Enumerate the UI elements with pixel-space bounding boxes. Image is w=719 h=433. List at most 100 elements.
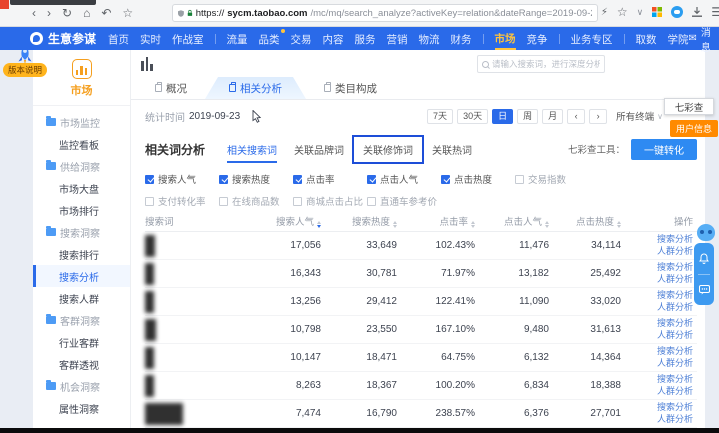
stat-date-value[interactable]: 2019-09-23 <box>189 111 240 122</box>
assistant-icon[interactable] <box>671 6 683 18</box>
action-link[interactable]: 搜索分析 <box>621 346 693 358</box>
nav-item[interactable]: 服务 <box>355 29 376 49</box>
nav-item[interactable]: 品类 <box>259 29 280 49</box>
metric-checkbox[interactable]: 交易指数 <box>515 172 589 186</box>
action-link[interactable]: 搜索分析 <box>621 318 693 330</box>
home-icon[interactable]: ⌂ <box>83 6 90 21</box>
history-icon[interactable]: ↶ <box>101 6 111 21</box>
nav-item[interactable]: 市场 <box>495 28 516 50</box>
range-button[interactable]: › <box>589 109 607 124</box>
star-icon[interactable]: ☆ <box>617 5 628 19</box>
sidebar-item[interactable]: 市场排行 <box>33 199 130 221</box>
nav-item[interactable]: 取数 <box>636 29 657 49</box>
range-button[interactable]: 周 <box>517 109 538 124</box>
chat-icon[interactable] <box>699 285 710 295</box>
metric-checkbox[interactable]: 点击率 <box>293 172 367 186</box>
action-link[interactable]: 搜索分析 <box>621 234 693 246</box>
user-info-tag[interactable]: 用户信息 <box>670 120 718 137</box>
version-notes-tag[interactable]: 版本说明 <box>3 63 47 77</box>
action-link[interactable]: 人群分析 <box>621 274 693 286</box>
search-input[interactable] <box>492 59 600 69</box>
flash-icon[interactable]: ⚡ <box>601 7 608 18</box>
qicai-overlay-button[interactable]: 七彩查 <box>664 98 714 115</box>
metric-checkbox[interactable]: 支付转化率 <box>145 194 219 208</box>
sidebar-item[interactable]: 客群洞察 <box>33 309 130 331</box>
action-link[interactable]: 人群分析 <box>621 246 693 258</box>
table-column-header[interactable]: 搜索热度 <box>321 214 397 228</box>
nav-item[interactable]: 物流 <box>419 29 440 49</box>
metric-checkbox[interactable]: 搜索人气 <box>145 172 219 186</box>
sidebar-item[interactable]: 机会洞察 <box>33 375 130 397</box>
metric-checkbox[interactable]: 搜索热度 <box>219 172 293 186</box>
browser-tab[interactable] <box>10 0 96 5</box>
sidebar-item[interactable]: 搜索分析 <box>33 265 130 287</box>
range-button[interactable]: ‹ <box>567 109 585 124</box>
action-link[interactable]: 搜索分析 <box>621 374 693 386</box>
page-tab[interactable]: 类目构成 <box>310 77 391 99</box>
table-column-header[interactable]: 搜索人气 <box>237 214 321 228</box>
range-button[interactable]: 日 <box>492 109 513 124</box>
messages-button[interactable]: ✉ 消息 <box>689 24 719 54</box>
range-button[interactable]: 月 <box>542 109 563 124</box>
section-tab[interactable]: 关联修饰词 <box>352 135 424 164</box>
url-bar[interactable]: https://sycm.taobao.com/mc/mq/search_ana… <box>172 4 598 22</box>
metric-checkbox[interactable]: 点击热度 <box>441 172 515 186</box>
nav-item[interactable]: 内容 <box>323 29 344 49</box>
forward-icon[interactable]: › <box>47 6 51 21</box>
action-link[interactable]: 搜索分析 <box>621 402 693 414</box>
sidebar-item[interactable]: 搜索洞察 <box>33 221 130 243</box>
back-icon[interactable]: ‹ <box>32 6 36 21</box>
sidebar-item[interactable]: 属性洞察 <box>33 397 130 419</box>
sidebar-item[interactable]: 搜索人群 <box>33 287 130 309</box>
action-link[interactable]: 人群分析 <box>621 386 693 398</box>
sidebar-item[interactable]: 行业客群 <box>33 331 130 353</box>
action-link[interactable]: 人群分析 <box>621 330 693 342</box>
metric-checkbox[interactable]: 商城点击占比 <box>293 194 367 208</box>
section-tab[interactable]: 关联热词 <box>432 136 472 163</box>
menu-icon[interactable]: ☰ <box>711 5 719 19</box>
search-box[interactable] <box>477 55 605 73</box>
action-link[interactable]: 搜索分析 <box>621 290 693 302</box>
nav-item[interactable]: 实时 <box>140 29 161 49</box>
table-column-header[interactable]: 点击热度 <box>549 214 621 228</box>
chevron-down-icon[interactable]: ∨ <box>637 7 644 18</box>
download-icon[interactable] <box>692 7 702 18</box>
table-column-header[interactable]: 点击人气 <box>475 214 549 228</box>
nav-item[interactable]: 竞争 <box>527 29 548 49</box>
section-tab[interactable]: 关联品牌词 <box>294 136 344 163</box>
sidebar-item[interactable]: 市场监控 <box>33 111 130 133</box>
section-tab[interactable]: 相关搜索词 <box>227 136 277 163</box>
nav-item[interactable]: 学院 <box>668 29 689 49</box>
table-column-header[interactable]: 点击率 <box>397 214 475 228</box>
range-button[interactable]: 7天 <box>427 109 453 124</box>
sidebar-item[interactable]: 搜索排行 <box>33 243 130 265</box>
metric-checkbox[interactable]: 点击人气 <box>367 172 441 186</box>
metric-checkbox[interactable]: 在线商品数 <box>219 194 293 208</box>
nav-item[interactable]: 首页 <box>108 29 129 49</box>
apps-grid-icon[interactable] <box>652 7 662 17</box>
action-link[interactable]: 人群分析 <box>621 358 693 370</box>
brand[interactable]: 生意参谋 <box>30 30 96 47</box>
metric-checkbox[interactable]: 直通车参考价 <box>367 194 441 208</box>
sidebar-item[interactable]: 客群透视 <box>33 353 130 375</box>
nav-item[interactable]: 营销 <box>387 29 408 49</box>
nav-item[interactable]: 交易 <box>291 29 312 49</box>
sidebar-item[interactable]: 供给洞察 <box>33 155 130 177</box>
action-link[interactable]: 搜索分析 <box>621 262 693 274</box>
range-button[interactable]: 30天 <box>457 109 488 124</box>
convert-button[interactable]: 一键转化 <box>631 139 697 160</box>
nav-item[interactable]: 财务 <box>451 29 472 49</box>
sidebar-item[interactable]: 市场大盘 <box>33 177 130 199</box>
bookmark-icon[interactable]: ☆ <box>122 6 133 21</box>
page-tab[interactable]: 相关分析 <box>205 77 306 99</box>
bell-icon[interactable] <box>699 253 709 264</box>
page-tab[interactable]: 概况 <box>141 77 201 99</box>
nav-item[interactable]: 业务专区 <box>571 29 613 49</box>
terminal-dropdown[interactable]: 所有终端 ∨ <box>616 109 663 123</box>
mascot-icon[interactable] <box>697 224 715 241</box>
nav-item[interactable]: 作战室 <box>172 29 204 49</box>
nav-item[interactable]: 流量 <box>227 29 248 49</box>
sidebar-item[interactable]: 监控看板 <box>33 133 130 155</box>
action-link[interactable]: 人群分析 <box>621 414 693 426</box>
reload-icon[interactable]: ↻ <box>62 6 72 21</box>
